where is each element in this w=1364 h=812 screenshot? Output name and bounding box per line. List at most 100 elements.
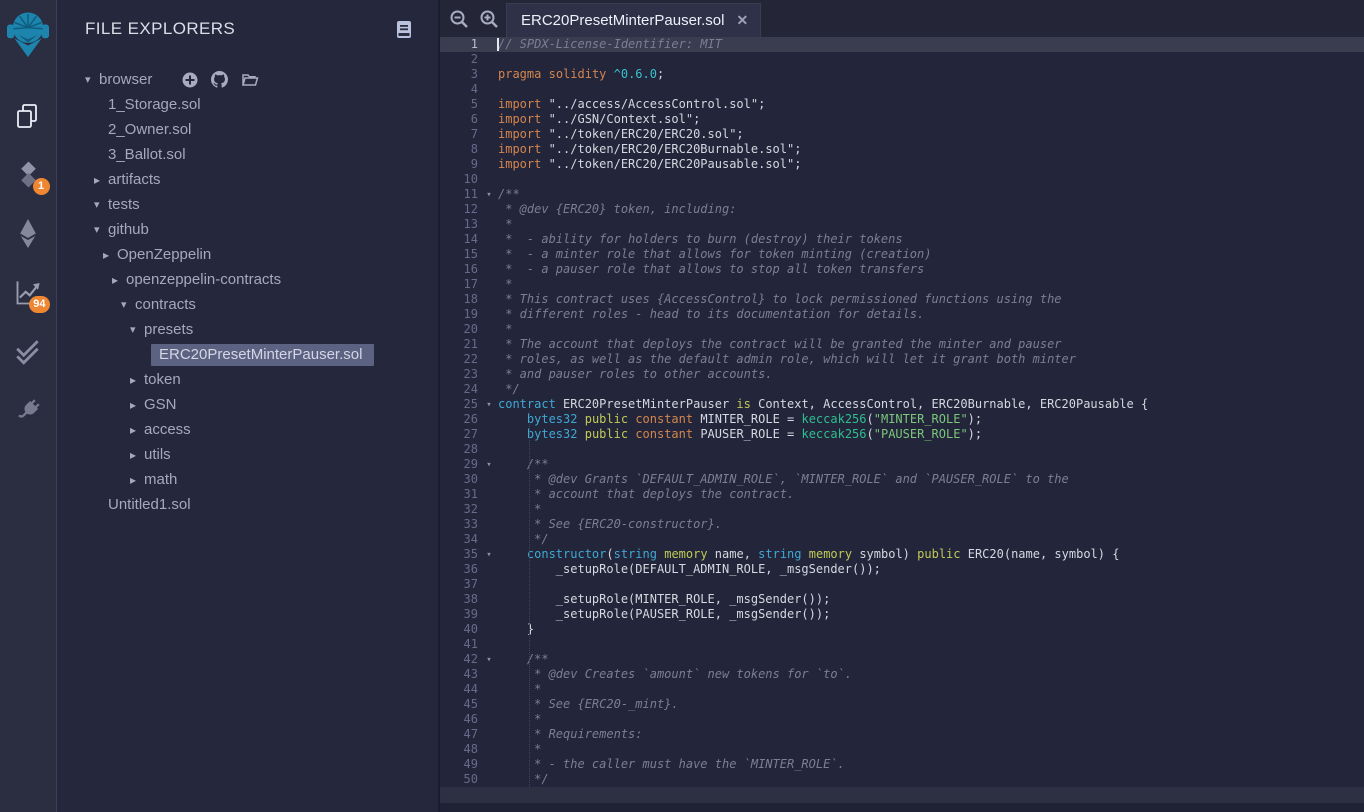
remix-logo[interactable] xyxy=(7,10,49,58)
fold-caret-icon[interactable]: ▾ xyxy=(480,547,498,562)
tree-item-browser[interactable]: ▾browser xyxy=(57,67,438,92)
chevron-right-icon[interactable]: ▸ xyxy=(130,373,142,387)
tree-item-openzeppelin-contracts[interactable]: ▸openzeppelin-contracts xyxy=(57,267,438,292)
tree-item-tests[interactable]: ▾tests xyxy=(57,192,438,217)
code-line-34[interactable]: 34 */ xyxy=(440,532,1364,547)
tree-item-access[interactable]: ▸access xyxy=(57,417,438,442)
tree-item-token[interactable]: ▸token xyxy=(57,367,438,392)
code-line-5[interactable]: 5import "../access/AccessControl.sol"; xyxy=(440,97,1364,112)
tree-item-openzeppelin[interactable]: ▸OpenZeppelin xyxy=(57,242,438,267)
plugin-manager-button[interactable] xyxy=(0,381,57,440)
code-line-10[interactable]: 10 xyxy=(440,172,1364,187)
code-line-26[interactable]: 26 bytes32 public constant MINTER_ROLE =… xyxy=(440,412,1364,427)
file-explorers-button[interactable] xyxy=(0,86,57,145)
code-line-4[interactable]: 4 xyxy=(440,82,1364,97)
zoom-in-icon[interactable] xyxy=(479,9,499,29)
code-line-17[interactable]: 17 * xyxy=(440,277,1364,292)
chevron-right-icon[interactable]: ▸ xyxy=(103,248,115,262)
code-editor[interactable]: 1// SPDX-License-Identifier: MIT23pragma… xyxy=(440,37,1364,787)
code-line-38[interactable]: 38 _setupRole(MINTER_ROLE, _msgSender())… xyxy=(440,592,1364,607)
tree-item-math[interactable]: ▸math xyxy=(57,467,438,492)
tree-item-2-owner-sol[interactable]: 2_Owner.sol xyxy=(57,117,438,142)
tree-item-1-storage-sol[interactable]: 1_Storage.sol xyxy=(57,92,438,117)
create-file-icon[interactable] xyxy=(182,72,198,88)
chevron-down-icon[interactable]: ▾ xyxy=(130,323,142,336)
fold-caret-icon[interactable]: ▾ xyxy=(480,187,498,202)
chevron-right-icon[interactable]: ▸ xyxy=(130,423,142,437)
fold-caret-icon[interactable]: ▾ xyxy=(480,397,498,412)
code-line-1[interactable]: 1// SPDX-License-Identifier: MIT xyxy=(440,37,1364,52)
code-line-30[interactable]: 30 * @dev Grants `DEFAULT_ADMIN_ROLE`, `… xyxy=(440,472,1364,487)
open-folder-icon[interactable] xyxy=(241,72,259,87)
chevron-down-icon[interactable]: ▾ xyxy=(94,198,106,211)
code-line-27[interactable]: 27 bytes32 public constant PAUSER_ROLE =… xyxy=(440,427,1364,442)
chevron-down-icon[interactable]: ▾ xyxy=(94,223,106,236)
code-line-25[interactable]: 25▾contract ERC20PresetMinterPauser is C… xyxy=(440,397,1364,412)
tab-close-icon[interactable]: ✕ xyxy=(736,12,748,29)
code-line-20[interactable]: 20 * xyxy=(440,322,1364,337)
tree-item-gsn[interactable]: ▸GSN xyxy=(57,392,438,417)
github-import-icon[interactable] xyxy=(211,71,228,88)
solidity-compiler-button[interactable]: 1 xyxy=(0,145,57,204)
code-line-2[interactable]: 2 xyxy=(440,52,1364,67)
tree-item-utils[interactable]: ▸utils xyxy=(57,442,438,467)
code-line-44[interactable]: 44 * xyxy=(440,682,1364,697)
code-line-32[interactable]: 32 * xyxy=(440,502,1364,517)
tree-item-3-ballot-sol[interactable]: 3_Ballot.sol xyxy=(57,142,438,167)
code-line-31[interactable]: 31 * account that deploys the contract. xyxy=(440,487,1364,502)
code-line-28[interactable]: 28 xyxy=(440,442,1364,457)
code-line-40[interactable]: 40 } xyxy=(440,622,1364,637)
analysis-button[interactable]: 94 xyxy=(0,263,57,322)
code-line-24[interactable]: 24 */ xyxy=(440,382,1364,397)
code-line-14[interactable]: 14 * - ability for holders to burn (dest… xyxy=(440,232,1364,247)
chevron-right-icon[interactable]: ▸ xyxy=(130,398,142,412)
tree-item-untitled1-sol[interactable]: Untitled1.sol xyxy=(57,492,438,517)
fold-caret-icon[interactable]: ▾ xyxy=(480,652,498,667)
code-line-11[interactable]: 11▾/** xyxy=(440,187,1364,202)
tree-item-presets[interactable]: ▾presets xyxy=(57,317,438,342)
code-line-45[interactable]: 45 * See {ERC20-_mint}. xyxy=(440,697,1364,712)
code-line-48[interactable]: 48 * xyxy=(440,742,1364,757)
code-line-21[interactable]: 21 * The account that deploys the contra… xyxy=(440,337,1364,352)
code-line-35[interactable]: 35▾ constructor(string memory name, stri… xyxy=(440,547,1364,562)
code-line-9[interactable]: 9import "../token/ERC20/ERC20Pausable.so… xyxy=(440,157,1364,172)
code-line-13[interactable]: 13 * xyxy=(440,217,1364,232)
chevron-right-icon[interactable]: ▸ xyxy=(94,173,106,187)
tree-item-artifacts[interactable]: ▸artifacts xyxy=(57,167,438,192)
code-line-46[interactable]: 46 * xyxy=(440,712,1364,727)
chevron-right-icon[interactable]: ▸ xyxy=(130,448,142,462)
code-line-22[interactable]: 22 * roles, as well as the default admin… xyxy=(440,352,1364,367)
tree-item-contracts[interactable]: ▾contracts xyxy=(57,292,438,317)
chevron-right-icon[interactable]: ▸ xyxy=(112,273,124,287)
code-line-15[interactable]: 15 * - a minter role that allows for tok… xyxy=(440,247,1364,262)
code-line-23[interactable]: 23 * and pauser roles to other accounts. xyxy=(440,367,1364,382)
fold-caret-icon[interactable]: ▾ xyxy=(480,457,498,472)
code-line-12[interactable]: 12 * @dev {ERC20} token, including: xyxy=(440,202,1364,217)
editor-hscrollbar[interactable] xyxy=(440,787,1364,803)
code-line-29[interactable]: 29▾ /** xyxy=(440,457,1364,472)
code-line-36[interactable]: 36 _setupRole(DEFAULT_ADMIN_ROLE, _msgSe… xyxy=(440,562,1364,577)
code-line-50[interactable]: 50 */ xyxy=(440,772,1364,787)
unit-testing-button[interactable] xyxy=(0,322,57,381)
chevron-down-icon[interactable]: ▾ xyxy=(85,73,97,86)
code-line-43[interactable]: 43 * @dev Creates `amount` new tokens fo… xyxy=(440,667,1364,682)
code-line-33[interactable]: 33 * See {ERC20-constructor}. xyxy=(440,517,1364,532)
code-line-8[interactable]: 8import "../token/ERC20/ERC20Burnable.so… xyxy=(440,142,1364,157)
code-line-16[interactable]: 16 * - a pauser role that allows to stop… xyxy=(440,262,1364,277)
code-line-37[interactable]: 37 xyxy=(440,577,1364,592)
zoom-out-icon[interactable] xyxy=(449,9,469,29)
tree-item-erc20presetminterpauser-sol[interactable]: ERC20PresetMinterPauser.sol xyxy=(57,342,438,367)
code-line-47[interactable]: 47 * Requirements: xyxy=(440,727,1364,742)
code-line-7[interactable]: 7import "../token/ERC20/ERC20.sol"; xyxy=(440,127,1364,142)
code-line-49[interactable]: 49 * - the caller must have the `MINTER_… xyxy=(440,757,1364,772)
code-line-42[interactable]: 42▾ /** xyxy=(440,652,1364,667)
code-line-41[interactable]: 41 xyxy=(440,637,1364,652)
tab-erc20presetminterpauser[interactable]: ERC20PresetMinterPauser.sol ✕ xyxy=(506,3,761,37)
chevron-right-icon[interactable]: ▸ xyxy=(130,473,142,487)
code-line-3[interactable]: 3pragma solidity ^0.6.0; xyxy=(440,67,1364,82)
tree-item-github[interactable]: ▾github xyxy=(57,217,438,242)
book-icon[interactable] xyxy=(396,20,412,39)
code-line-6[interactable]: 6import "../GSN/Context.sol"; xyxy=(440,112,1364,127)
chevron-down-icon[interactable]: ▾ xyxy=(121,298,133,311)
code-line-19[interactable]: 19 * different roles - head to its docum… xyxy=(440,307,1364,322)
